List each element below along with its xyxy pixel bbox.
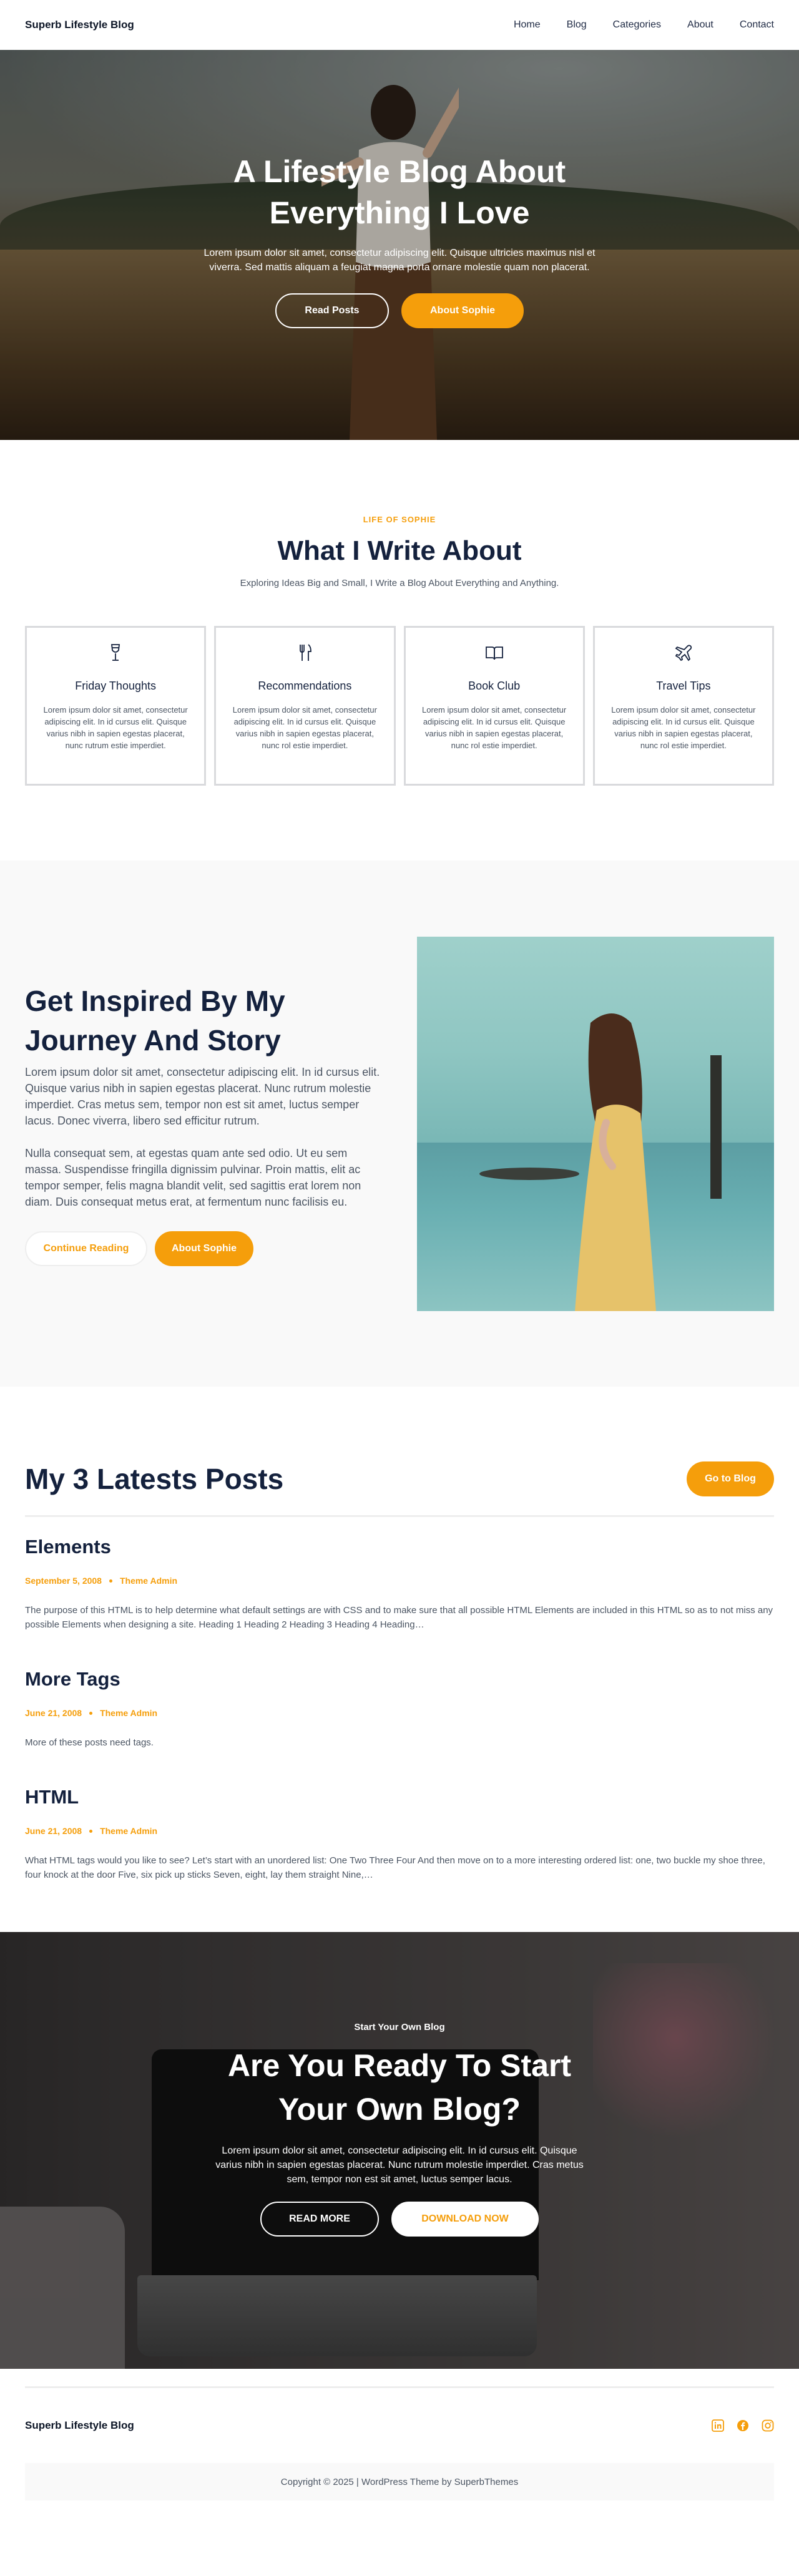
topic-card-book-club: Book Club Lorem ipsum dolor sit amet, co… xyxy=(403,626,585,786)
inspire-woman-image xyxy=(417,936,774,1311)
hero-content: A Lifestyle Blog About Everything I Love… xyxy=(0,50,799,328)
meta-separator xyxy=(89,1829,93,1833)
facebook-icon[interactable] xyxy=(737,2419,749,2432)
post-author[interactable]: Theme Admin xyxy=(120,1576,177,1586)
meta-separator xyxy=(89,1711,93,1715)
instagram-icon[interactable] xyxy=(762,2419,774,2432)
about-sophie-button[interactable]: About Sophie xyxy=(155,1231,253,1266)
post-meta: June 21, 2008 Theme Admin xyxy=(25,1826,774,1836)
hero-section: A Lifestyle Blog About Everything I Love… xyxy=(0,50,799,440)
image-woman xyxy=(575,1013,656,1311)
topic-card-text: Lorem ipsum dolor sit amet, consectetur … xyxy=(611,705,756,750)
post-date[interactable]: September 5, 2008 xyxy=(25,1576,102,1586)
cta-eyebrow: Start Your Own Blog xyxy=(354,2022,445,2032)
menu-item-categories[interactable]: Categories xyxy=(613,19,661,31)
continue-reading-button[interactable]: Continue Reading xyxy=(25,1231,147,1266)
topic-card-text: Lorem ipsum dolor sit amet, consectetur … xyxy=(422,705,567,750)
hero-text: Lorem ipsum dolor sit amet, consectetur … xyxy=(203,248,596,273)
about-sophie-button[interactable]: About Sophie xyxy=(401,293,524,328)
go-to-blog-button[interactable]: Go to Blog xyxy=(687,1461,774,1496)
post-title[interactable]: Elements xyxy=(25,1536,774,1558)
menu-item-blog[interactable]: Blog xyxy=(567,19,587,31)
topic-card-text: Lorem ipsum dolor sit amet, consectetur … xyxy=(232,705,377,750)
site-footer: Superb Lifestyle Blog Copyright © 2025 |… xyxy=(0,2386,799,2525)
site-header: Superb Lifestyle Blog Home Blog Categori… xyxy=(0,0,799,50)
topic-card-title: Travel Tips xyxy=(656,680,711,692)
inspire-text-block: Get Inspired By My Journey And Story Lor… xyxy=(25,982,385,1266)
post-author[interactable]: Theme Admin xyxy=(100,1708,157,1718)
plane-icon xyxy=(675,645,692,661)
footer-divider xyxy=(25,2386,774,2388)
inspire-title: Get Inspired By My Journey And Story xyxy=(25,984,285,1056)
social-links xyxy=(712,2419,774,2432)
post-item: Elements September 5, 2008 Theme Admin T… xyxy=(25,1536,774,1632)
menu-item-home[interactable]: Home xyxy=(514,19,541,31)
inspire-buttons: Continue Reading About Sophie xyxy=(25,1231,385,1266)
cta-title: Are You Ready To Start Your Own Blog? xyxy=(227,2048,572,2127)
post-title[interactable]: More Tags xyxy=(25,1668,774,1690)
footer-logo[interactable]: Superb Lifestyle Blog xyxy=(25,2419,134,2432)
topic-card-recommendations: Recommendations Lorem ipsum dolor sit am… xyxy=(214,626,396,786)
post-date[interactable]: June 21, 2008 xyxy=(25,1708,82,1718)
post-item: HTML June 21, 2008 Theme Admin What HTML… xyxy=(25,1786,774,1882)
download-now-button[interactable]: DOWNLOAD NOW xyxy=(391,2202,539,2237)
site-logo[interactable]: Superb Lifestyle Blog xyxy=(25,19,134,31)
latest-posts-section: My 3 Latests Posts Go to Blog Elements S… xyxy=(0,1387,799,1932)
post-title[interactable]: HTML xyxy=(25,1786,774,1808)
hero-buttons: Read Posts About Sophie xyxy=(0,293,799,328)
wine-glass-icon xyxy=(111,644,120,661)
cta-buttons: READ MORE DOWNLOAD NOW xyxy=(0,2202,799,2237)
cta-text: Lorem ipsum dolor sit amet, consectetur … xyxy=(215,2145,584,2185)
inspire-paragraph-1: Lorem ipsum dolor sit amet, consectetur … xyxy=(25,1065,380,1127)
image-post xyxy=(710,1055,722,1199)
topics-eyebrow: LIFE OF SOPHIE xyxy=(363,515,436,524)
menu-item-about[interactable]: About xyxy=(687,19,713,31)
post-item: More Tags June 21, 2008 Theme Admin More… xyxy=(25,1668,774,1750)
read-posts-button[interactable]: Read Posts xyxy=(275,293,389,328)
read-more-button[interactable]: READ MORE xyxy=(260,2202,379,2237)
inspire-paragraph-2: Nulla consequat sem, at egestas quam ant… xyxy=(25,1146,361,1208)
post-excerpt: What HTML tags would you like to see? Le… xyxy=(25,1855,765,1880)
topic-card-text: Lorem ipsum dolor sit amet, consectetur … xyxy=(43,705,188,750)
topic-card-title: Recommendations xyxy=(258,680,352,692)
meta-separator xyxy=(109,1579,112,1583)
cta-content: Start Your Own Blog Are You Ready To Sta… xyxy=(0,1932,799,2237)
latest-posts-header: My 3 Latests Posts Go to Blog xyxy=(25,1461,774,1517)
topics-title: What I Write About xyxy=(277,535,522,566)
topic-card-travel-tips: Travel Tips Lorem ipsum dolor sit amet, … xyxy=(592,626,774,786)
post-excerpt: More of these posts need tags. xyxy=(25,1737,154,1748)
hero-title: A Lifestyle Blog About Everything I Love xyxy=(233,154,566,230)
post-author[interactable]: Theme Admin xyxy=(100,1826,157,1836)
topic-card-friday-thoughts: Friday Thoughts Lorem ipsum dolor sit am… xyxy=(25,626,207,786)
menu-item-contact[interactable]: Contact xyxy=(740,19,774,31)
inspire-section: Get Inspired By My Journey And Story Lor… xyxy=(0,861,799,1387)
utensils-icon xyxy=(300,644,312,661)
post-date[interactable]: June 21, 2008 xyxy=(25,1826,82,1836)
footer-top: Superb Lifestyle Blog xyxy=(25,2401,774,2451)
latest-posts-title: My 3 Latests Posts xyxy=(25,1463,284,1495)
topic-cards: Friday Thoughts Lorem ipsum dolor sit am… xyxy=(25,626,774,786)
post-excerpt: The purpose of this HTML is to help dete… xyxy=(25,1605,773,1630)
topic-card-title: Book Club xyxy=(468,680,521,692)
topics-subtitle: Exploring Ideas Big and Small, I Write a… xyxy=(240,578,559,588)
topic-card-title: Friday Thoughts xyxy=(75,680,156,692)
post-meta: June 21, 2008 Theme Admin xyxy=(25,1708,774,1718)
cta-section: Start Your Own Blog Are You Ready To Sta… xyxy=(0,1932,799,2369)
post-meta: September 5, 2008 Theme Admin xyxy=(25,1576,774,1586)
copyright-text: Copyright © 2025 | WordPress Theme by Su… xyxy=(280,2476,519,2487)
linkedin-icon[interactable] xyxy=(712,2419,724,2432)
topics-section: LIFE OF SOPHIE What I Write About Explor… xyxy=(0,440,799,861)
copyright-bar: Copyright © 2025 | WordPress Theme by Su… xyxy=(25,2463,774,2500)
main-menu: Home Blog Categories About Contact xyxy=(514,19,774,31)
book-icon xyxy=(485,646,503,660)
